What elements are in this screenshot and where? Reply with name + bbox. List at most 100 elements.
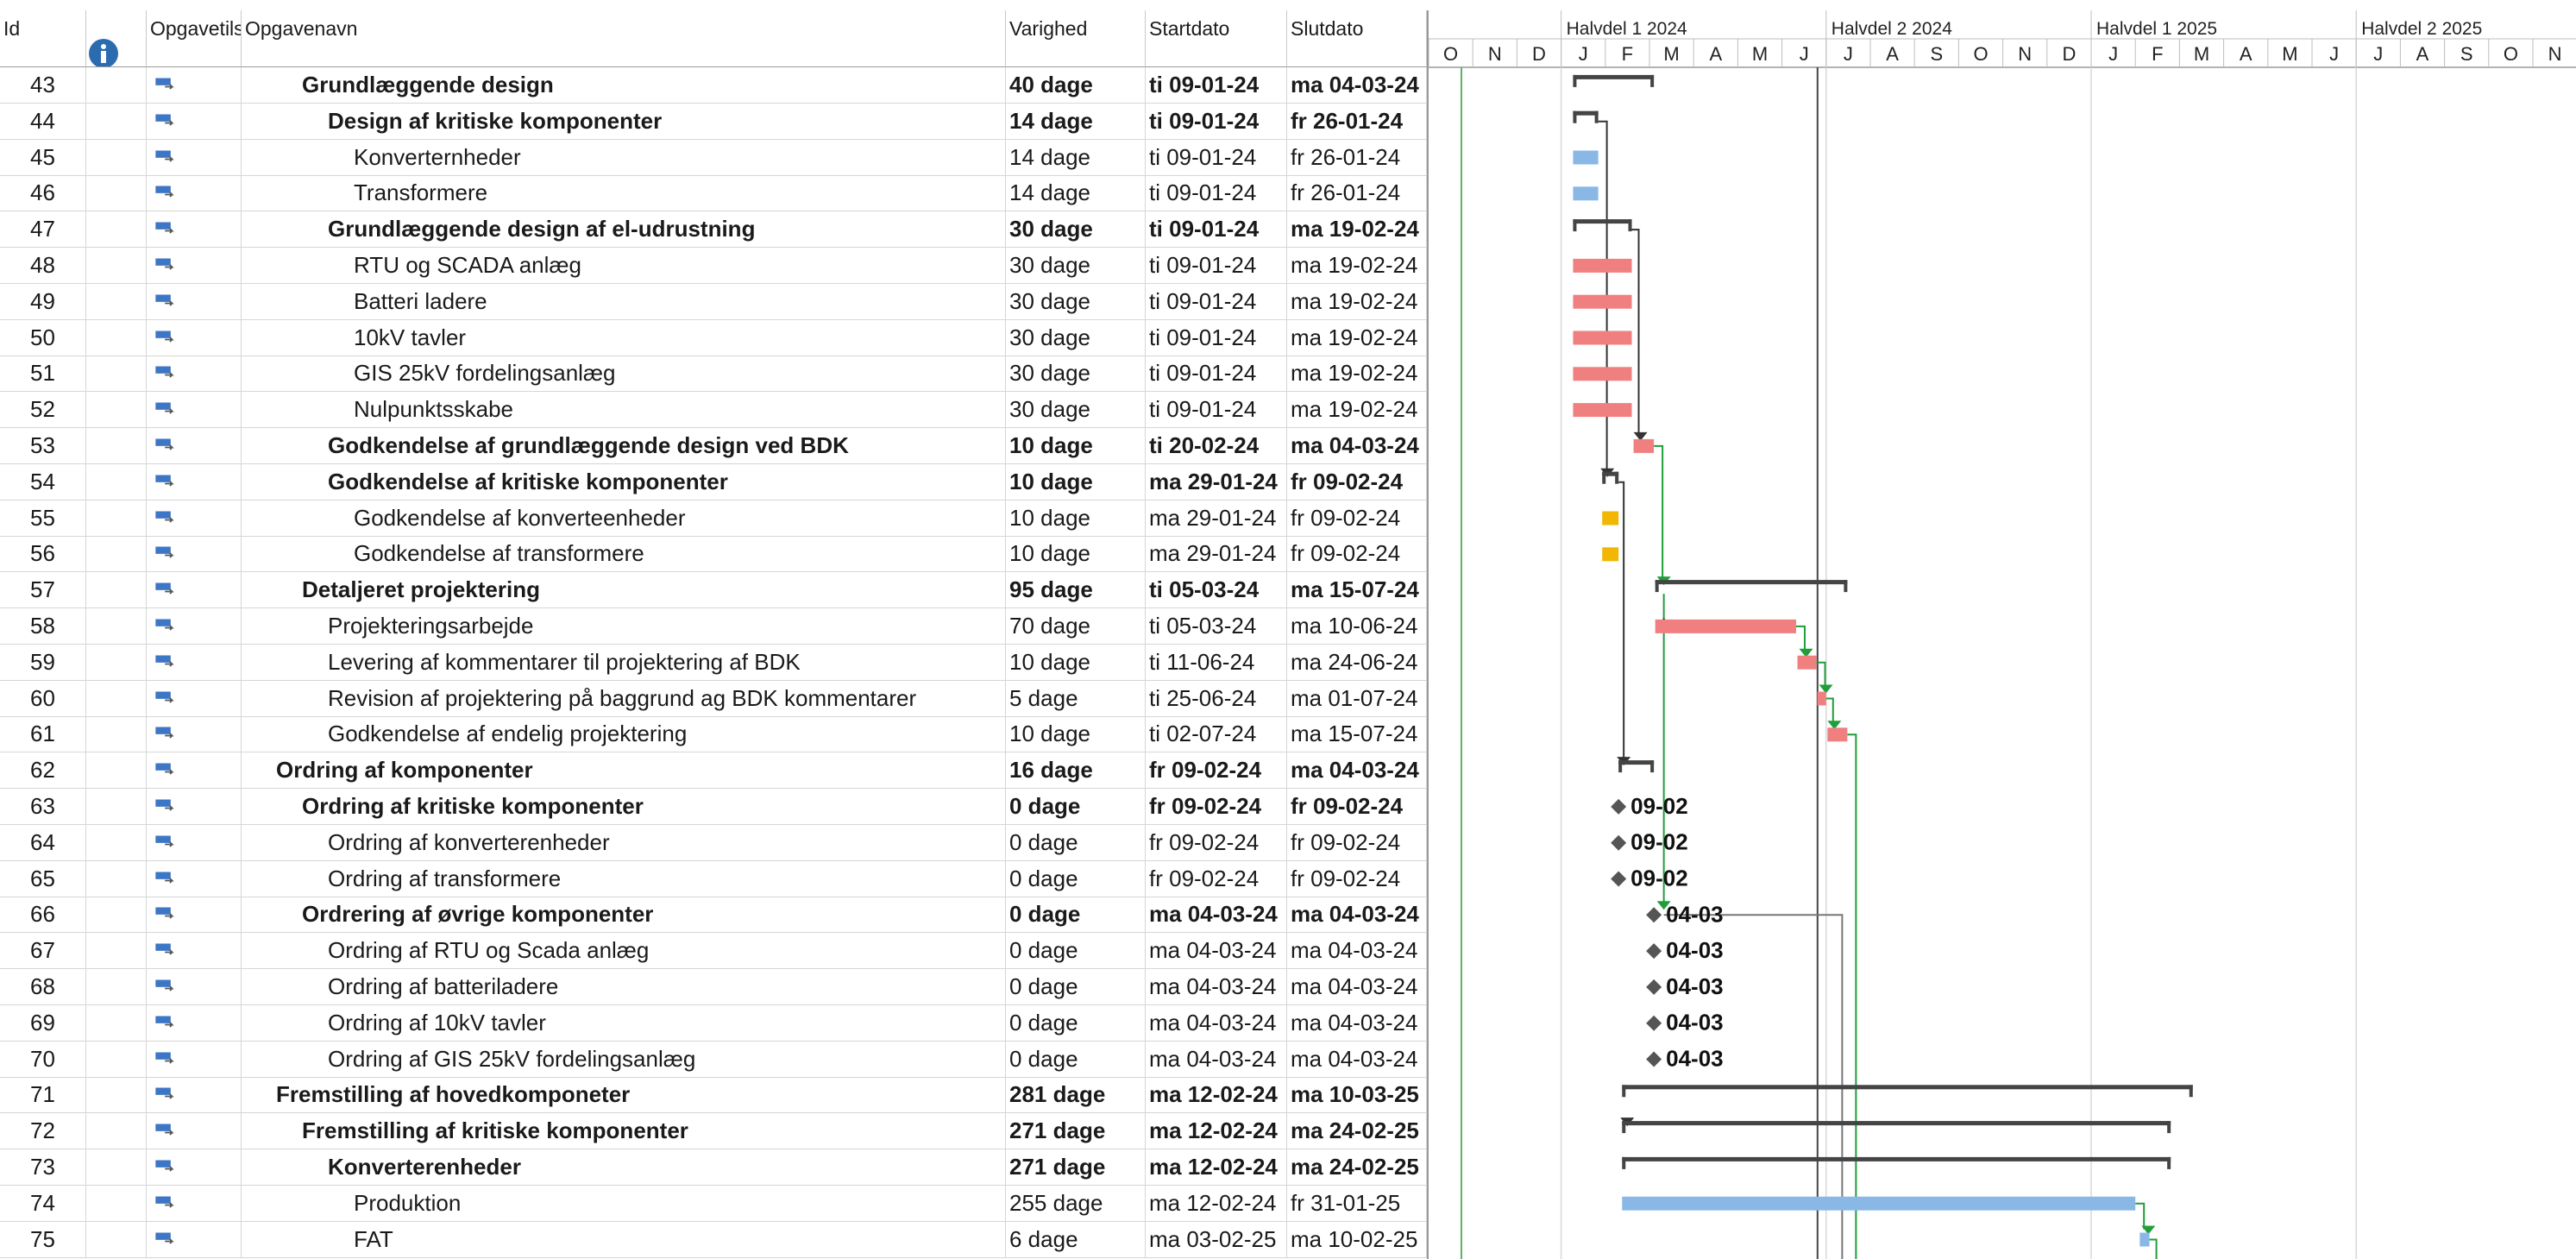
table-row[interactable]: 75 FAT 6 dage ma 03-02-25 ma 10-02-25 (0, 1221, 1427, 1258)
table-row[interactable]: 56 Godkendelse af transformere 10 dage ma 2… (0, 536, 1427, 573)
finish-date-cell[interactable]: ma 04-03-24 (1287, 1041, 1427, 1077)
start-date-cell[interactable]: fr 09-02-24 (1146, 752, 1287, 789)
task-name-cell[interactable]: Ordring af batteriladere (242, 969, 1006, 1004)
task-name-cell[interactable]: Konverternheder (242, 139, 1006, 175)
table-row[interactable]: 55 Godkendelse af konverteenheder 10 dage m… (0, 500, 1427, 537)
indicator-cell[interactable] (86, 536, 147, 572)
indicator-cell[interactable] (86, 1149, 147, 1185)
task-id-cell[interactable]: 72 (0, 1113, 86, 1149)
task-name-cell[interactable]: Ordring af konverterenheder (242, 824, 1006, 860)
start-date-cell[interactable]: ma 04-03-24 (1146, 897, 1287, 933)
task-name-cell[interactable]: Ordring af RTU og Scada anlæg (242, 933, 1006, 969)
start-date-cell[interactable]: ti 09-01-24 (1146, 103, 1287, 139)
indicator-cell[interactable] (86, 680, 147, 716)
finish-date-cell[interactable]: fr 26-01-24 (1287, 139, 1427, 175)
start-date-cell[interactable]: fr 09-02-24 (1146, 860, 1287, 897)
table-row[interactable]: 63 Ordring af kritiske komponenter 0 dage f… (0, 789, 1427, 825)
task-id-cell[interactable]: 54 (0, 463, 86, 500)
task-name-cell[interactable]: Godkendelse af kritiske komponenter (242, 463, 1006, 500)
finish-date-cell[interactable]: fr 09-02-24 (1287, 463, 1427, 500)
duration-cell[interactable]: 0 dage (1006, 860, 1146, 897)
table-row[interactable]: 58 Projekteringsarbejde 70 dage ti 05-03-24… (0, 608, 1427, 645)
duration-cell[interactable]: 6 dage (1006, 1221, 1146, 1257)
start-date-cell[interactable]: ma 04-03-24 (1146, 969, 1287, 1004)
indicator-cell[interactable] (86, 897, 147, 933)
indicator-cell[interactable] (86, 248, 147, 283)
task-id-cell[interactable]: 58 (0, 608, 86, 644)
duration-cell[interactable]: 0 dage (1006, 824, 1146, 860)
indicator-cell[interactable] (86, 1041, 147, 1077)
task-id-cell[interactable]: 46 (0, 175, 86, 211)
task-name-cell[interactable]: RTU og SCADA anlæg (242, 248, 1006, 283)
finish-date-cell[interactable]: ma 01-07-24 (1287, 680, 1427, 716)
start-date-cell[interactable]: ma 12-02-24 (1146, 1185, 1287, 1221)
task-id-cell[interactable]: 64 (0, 824, 86, 860)
finish-date-cell[interactable]: ma 24-02-25 (1287, 1149, 1427, 1185)
indicator-cell[interactable] (86, 500, 147, 536)
indicator-cell[interactable] (86, 789, 147, 824)
table-row[interactable]: 47 Grundlæggende design af el-udrustning 3… (0, 211, 1427, 249)
duration-cell[interactable]: 0 dage (1006, 933, 1146, 969)
table-row[interactable]: 65 Ordring af transformere 0 dage fr 09-02-… (0, 860, 1427, 897)
task-name-cell[interactable]: Godkendelse af grundlæggende design ved … (242, 428, 1006, 463)
duration-cell[interactable]: 10 dage (1006, 500, 1146, 536)
task-name-cell[interactable]: Ordring af kritiske komponenter (242, 789, 1006, 824)
finish-date-cell[interactable]: ma 15-07-24 (1287, 572, 1427, 608)
duration-cell[interactable]: 10 dage (1006, 536, 1146, 572)
finish-date-cell[interactable]: ma 04-03-24 (1287, 428, 1427, 463)
duration-cell[interactable]: 14 dage (1006, 139, 1146, 175)
column-header-indicators[interactable] (86, 10, 147, 67)
task-id-cell[interactable]: 62 (0, 752, 86, 789)
task-id-cell[interactable]: 63 (0, 789, 86, 824)
start-date-cell[interactable]: ti 09-01-24 (1146, 356, 1287, 392)
indicator-cell[interactable] (86, 67, 147, 103)
table-row[interactable]: 45 Konverternheder 14 dage ti 09-01-24 fr 26… (0, 139, 1427, 176)
table-row[interactable]: 57 Detaljeret projektering 95 dage ti 05-03… (0, 572, 1427, 609)
start-date-cell[interactable]: ma 29-01-24 (1146, 536, 1287, 572)
task-name-cell[interactable]: Ordring af GIS 25kV fordelingsanlæg (242, 1041, 1006, 1077)
task-id-cell[interactable]: 74 (0, 1185, 86, 1221)
table-row[interactable]: 72 Fremstilling af kritiske komponenter 27… (0, 1113, 1427, 1150)
indicator-cell[interactable] (86, 211, 147, 248)
start-date-cell[interactable]: ti 09-01-24 (1146, 392, 1287, 428)
task-name-cell[interactable]: Ordring af transformere (242, 860, 1006, 897)
column-header-id[interactable]: Id (0, 10, 86, 67)
duration-cell[interactable]: 30 dage (1006, 392, 1146, 428)
duration-cell[interactable]: 0 dage (1006, 789, 1146, 824)
table-row[interactable]: 73 Konverterenheder 271 dage ma 12-02-24 ma … (0, 1149, 1427, 1186)
indicator-cell[interactable] (86, 392, 147, 428)
indicator-cell[interactable] (86, 1077, 147, 1113)
finish-date-cell[interactable]: fr 09-02-24 (1287, 500, 1427, 536)
start-date-cell[interactable]: ti 09-01-24 (1146, 283, 1287, 319)
duration-cell[interactable]: 0 dage (1006, 1004, 1146, 1041)
finish-date-cell[interactable]: ma 15-07-24 (1287, 716, 1427, 752)
column-header-task-name[interactable]: Opgavenavn (242, 10, 1006, 67)
table-row[interactable]: 49 Batteri ladere 30 dage ti 09-01-24 ma 19-… (0, 283, 1427, 320)
table-row[interactable]: 61 Godkendelse af endelig projektering 10 … (0, 716, 1427, 753)
start-date-cell[interactable]: ti 25-06-24 (1146, 680, 1287, 716)
task-id-cell[interactable]: 47 (0, 211, 86, 248)
duration-cell[interactable]: 271 dage (1006, 1113, 1146, 1149)
table-row[interactable]: 60 Revision af projektering på baggrund a… (0, 680, 1427, 717)
finish-date-cell[interactable]: ma 24-02-25 (1287, 1113, 1427, 1149)
indicator-cell[interactable] (86, 283, 147, 319)
task-name-cell[interactable]: Produktion (242, 1185, 1006, 1221)
task-id-cell[interactable]: 68 (0, 969, 86, 1004)
duration-cell[interactable]: 271 dage (1006, 1149, 1146, 1185)
task-id-cell[interactable]: 49 (0, 283, 86, 319)
task-name-cell[interactable]: Godkendelse af endelig projektering (242, 716, 1006, 752)
start-date-cell[interactable]: ma 29-01-24 (1146, 463, 1287, 500)
table-row[interactable]: 68 Ordring af batteriladere 0 dage ma 04-03… (0, 969, 1427, 1005)
duration-cell[interactable]: 255 dage (1006, 1185, 1146, 1221)
task-name-cell[interactable]: Revision af projektering på baggrund ag … (242, 680, 1006, 716)
finish-date-cell[interactable]: ma 10-06-24 (1287, 608, 1427, 644)
task-name-cell[interactable]: Ordring af 10kV tavler (242, 1004, 1006, 1041)
indicator-cell[interactable] (86, 860, 147, 897)
task-id-cell[interactable]: 69 (0, 1004, 86, 1041)
task-name-cell[interactable]: Projekteringsarbejde (242, 608, 1006, 644)
table-row[interactable]: 59 Levering af kommentarer til projekteri… (0, 644, 1427, 681)
start-date-cell[interactable]: ti 09-01-24 (1146, 319, 1287, 356)
indicator-cell[interactable] (86, 1185, 147, 1221)
task-name-cell[interactable]: Fremstilling af hovedkomponeter (242, 1077, 1006, 1113)
task-name-cell[interactable]: Transformere (242, 175, 1006, 211)
